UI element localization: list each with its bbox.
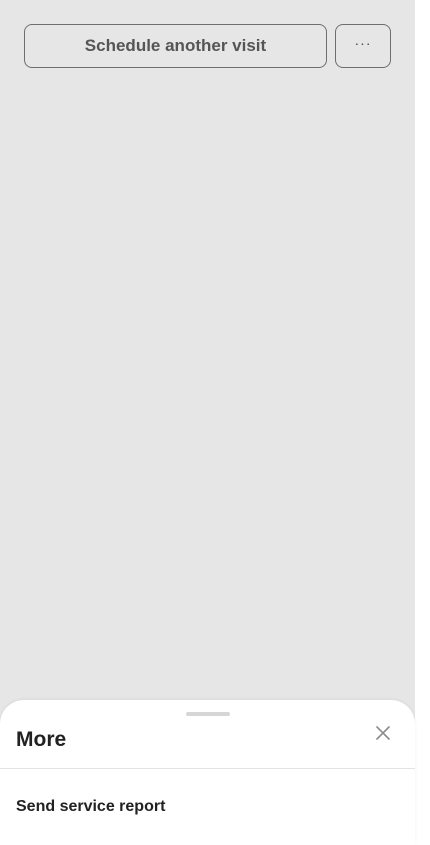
sheet-divider bbox=[0, 768, 415, 769]
schedule-another-visit-button[interactable]: Schedule another visit bbox=[24, 24, 327, 68]
menu-item-send-service-report[interactable]: Send service report bbox=[16, 798, 165, 816]
close-icon-glyph bbox=[376, 726, 390, 740]
action-bar: Schedule another visit ··· bbox=[24, 24, 391, 68]
drag-handle[interactable] bbox=[186, 712, 230, 716]
more-options-button[interactable]: ··· bbox=[335, 24, 391, 68]
ellipsis-icon: ··· bbox=[354, 35, 372, 51]
close-icon[interactable] bbox=[372, 722, 394, 744]
sheet-title: More bbox=[16, 728, 67, 751]
bottom-sheet: More Send service report bbox=[0, 700, 415, 845]
